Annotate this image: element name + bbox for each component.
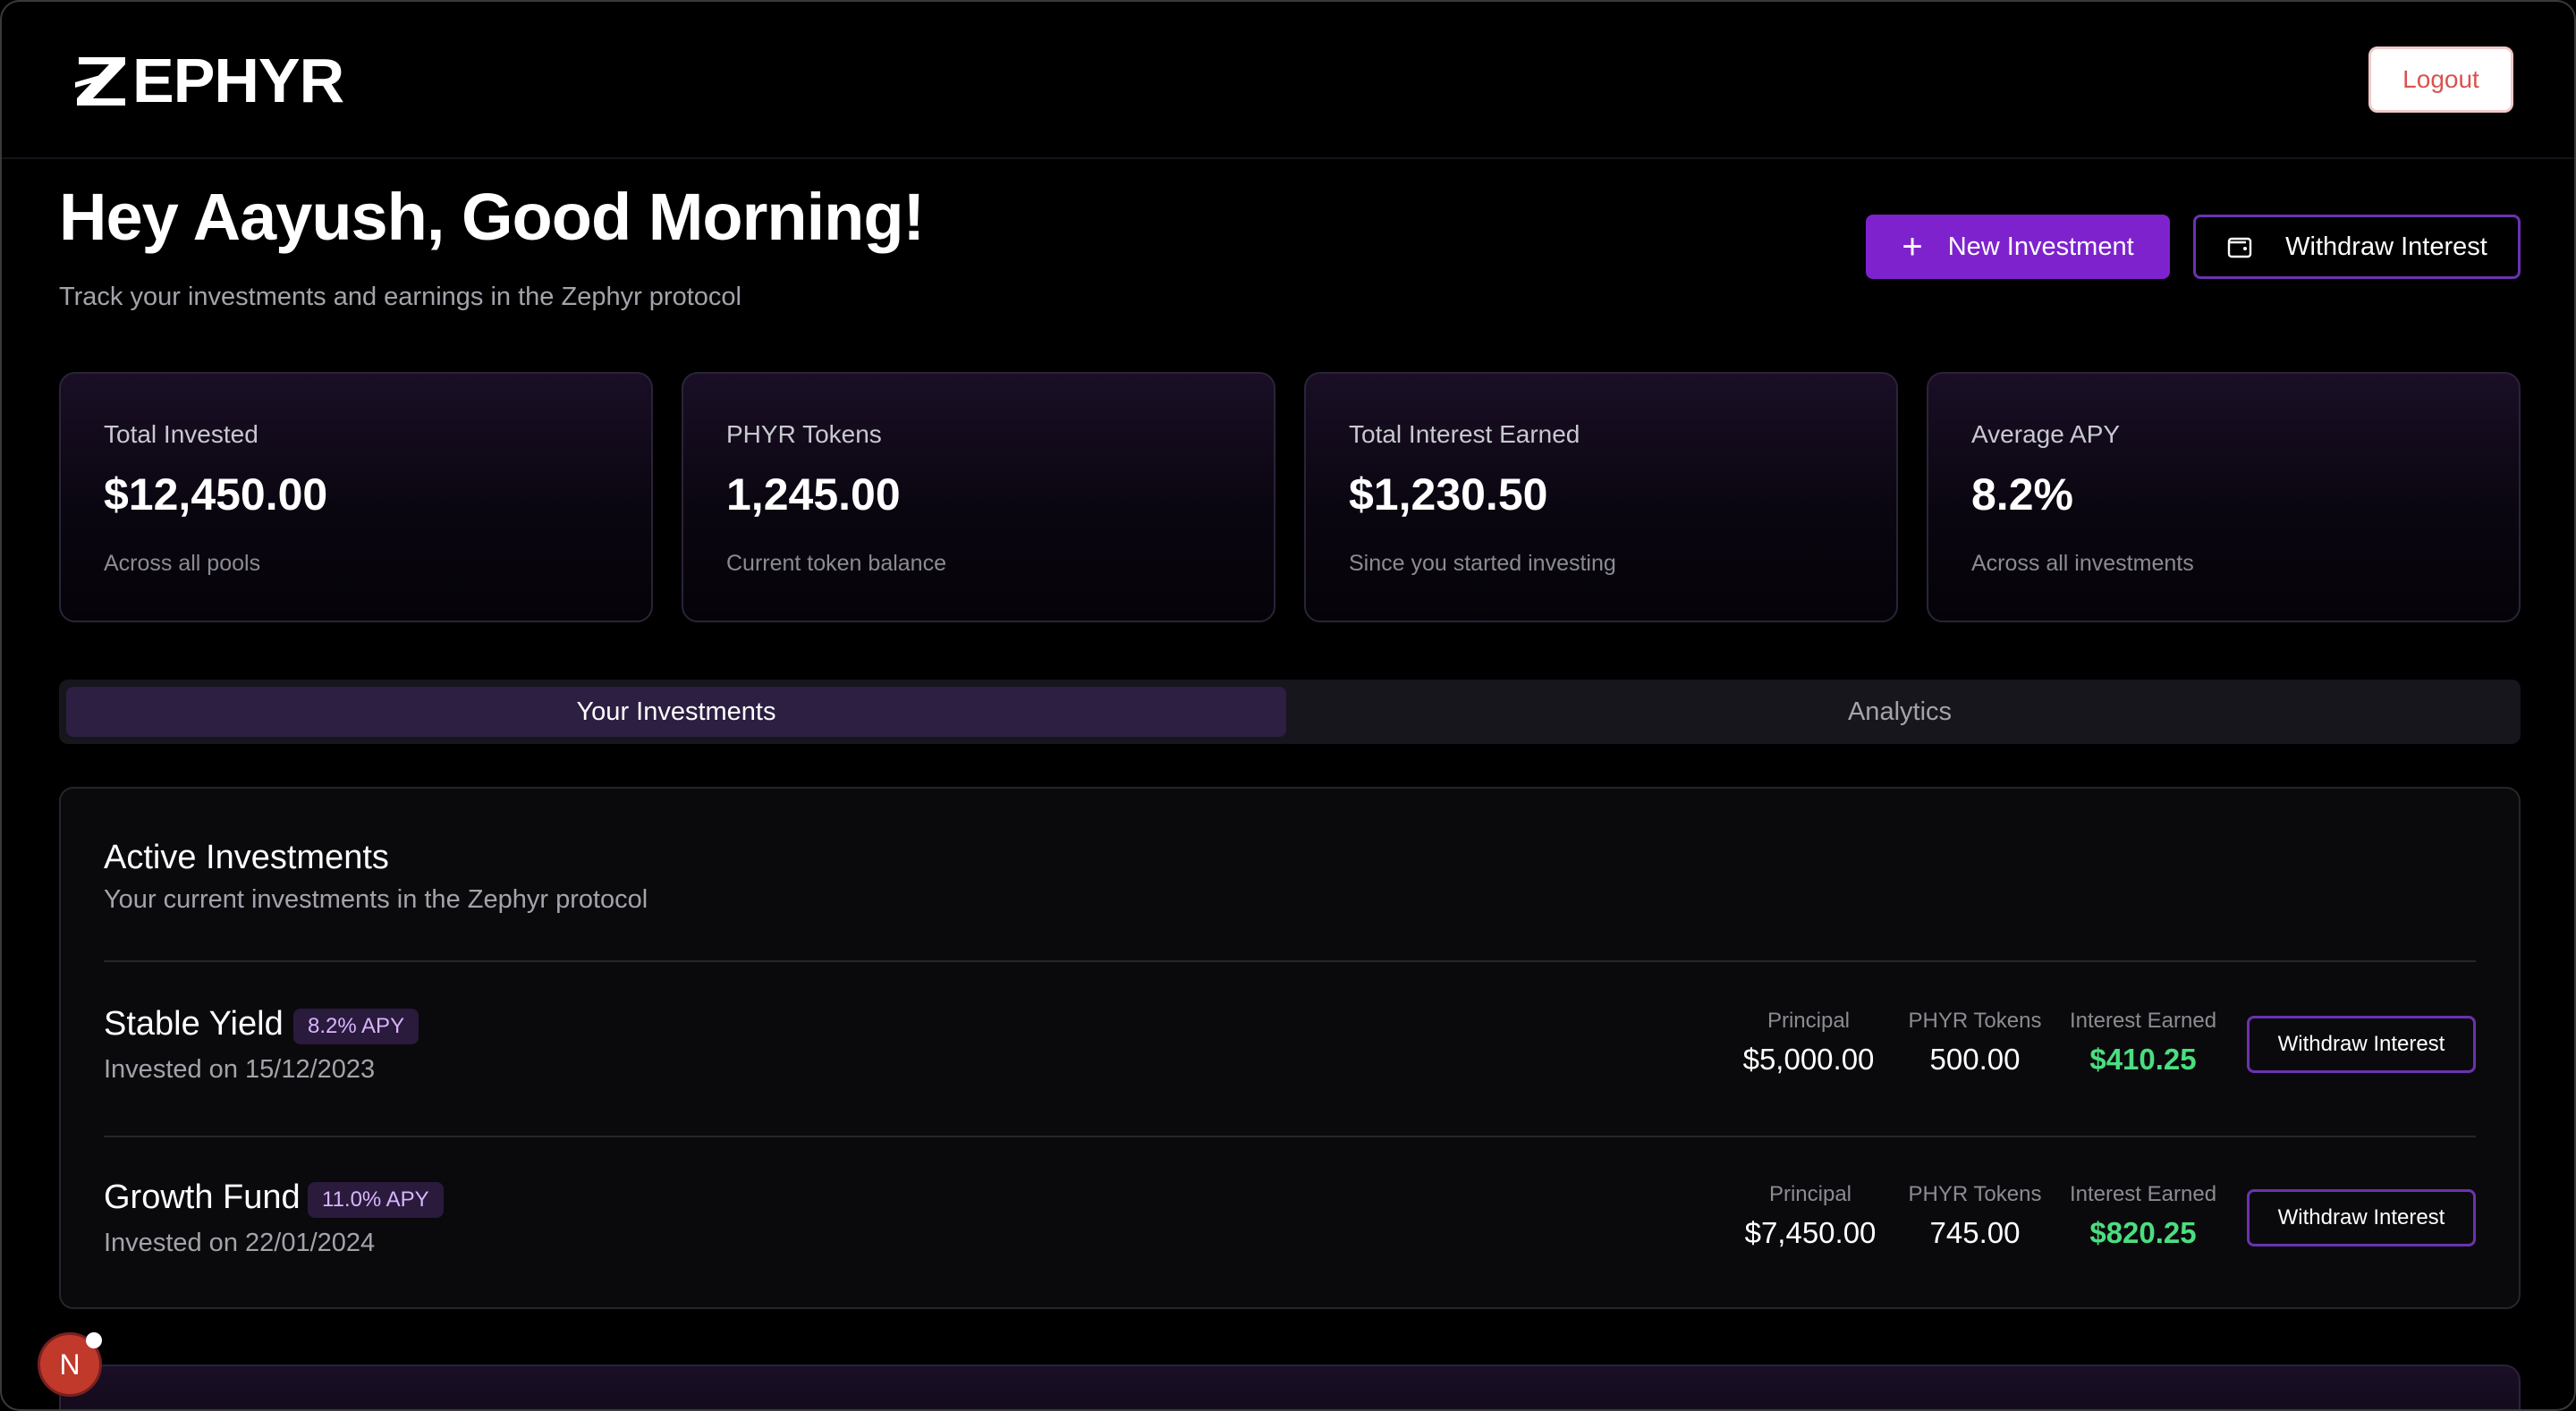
wallet-icon bbox=[2227, 237, 2252, 258]
app-window: EPHYR Logout Hey Aayush, Good Morning! T… bbox=[0, 0, 2576, 1411]
stat-value: $1,230.50 bbox=[1349, 469, 1548, 520]
withdraw-interest-row-button[interactable]: Withdraw Interest bbox=[2247, 1016, 2476, 1073]
stat-card-total-invested: Total Invested $12,450.00 Across all poo… bbox=[59, 372, 653, 622]
principal-label: Principal bbox=[1767, 1009, 1851, 1033]
interest-label: Interest Earned bbox=[2069, 1182, 2217, 1206]
tab-your-investments[interactable]: Your Investments bbox=[66, 687, 1286, 737]
stat-label: Total Interest Earned bbox=[1349, 420, 1580, 448]
plus-icon: + bbox=[1902, 227, 1923, 266]
active-investments-panel: Active Investments Your current investme… bbox=[59, 787, 2521, 1309]
tokens-value: 745.00 bbox=[1929, 1216, 2021, 1249]
interest-value: $410.25 bbox=[2089, 1043, 2197, 1076]
principal-column: Principal $7,450.00 bbox=[1737, 1182, 1884, 1250]
panel-title: Active Investments bbox=[104, 839, 389, 876]
interest-column: Interest Earned $820.25 bbox=[2063, 1182, 2224, 1250]
interest-value: $820.25 bbox=[2089, 1216, 2197, 1249]
status-dot bbox=[86, 1332, 102, 1348]
investment-date: Invested on 15/12/2023 bbox=[104, 1055, 376, 1084]
interest-column: Interest Earned $410.25 bbox=[2063, 1009, 2224, 1077]
stat-label: Total Invested bbox=[104, 420, 258, 448]
logo[interactable]: EPHYR bbox=[73, 46, 344, 115]
stat-note: Across all pools bbox=[104, 551, 261, 576]
top-bar: EPHYR Logout bbox=[2, 2, 2574, 159]
stat-value: 1,245.00 bbox=[726, 469, 901, 520]
investment-row: Stable Yield 8.2% APY Invested on 15/12/… bbox=[104, 962, 2476, 1136]
interest-label: Interest Earned bbox=[2069, 1009, 2217, 1033]
stat-note: Current token balance bbox=[726, 551, 946, 576]
principal-value: $5,000.00 bbox=[1742, 1043, 1875, 1076]
investment-date: Invested on 22/01/2024 bbox=[104, 1229, 376, 1257]
stat-card-average-apy: Average APY 8.2% Across all investments bbox=[1927, 372, 2521, 622]
tokens-label: PHYR Tokens bbox=[1908, 1009, 2042, 1033]
investment-name: Stable Yield bbox=[104, 1005, 284, 1043]
tokens-value: 500.00 bbox=[1929, 1043, 2021, 1076]
tokens-column: PHYR Tokens 500.00 bbox=[1903, 1009, 2046, 1077]
stat-note: Across all investments bbox=[1971, 551, 2194, 576]
page-subtitle: Track your investments and earnings in t… bbox=[59, 283, 741, 311]
tab-analytics[interactable]: Analytics bbox=[1290, 687, 2510, 737]
withdraw-interest-row-button[interactable]: Withdraw Interest bbox=[2247, 1189, 2476, 1246]
investment-name: Growth Fund bbox=[104, 1179, 301, 1216]
tokens-label: PHYR Tokens bbox=[1908, 1182, 2042, 1206]
withdraw-interest-label: Withdraw Interest bbox=[2285, 232, 2487, 261]
principal-value: $7,450.00 bbox=[1744, 1216, 1877, 1249]
zephyr-logo-icon bbox=[75, 57, 125, 106]
stat-card-total-interest: Total Interest Earned $1,230.50 Since yo… bbox=[1304, 372, 1898, 622]
panel-subtitle: Your current investments in the Zephyr p… bbox=[104, 885, 648, 914]
principal-column: Principal $5,000.00 bbox=[1735, 1009, 1882, 1077]
new-investment-label: New Investment bbox=[1947, 232, 2134, 261]
withdraw-interest-button[interactable]: Withdraw Interest bbox=[2193, 215, 2521, 279]
tokens-column: PHYR Tokens 745.00 bbox=[1903, 1182, 2046, 1250]
page-title: Hey Aayush, Good Morning! bbox=[59, 180, 925, 254]
bottom-card bbox=[59, 1365, 2521, 1409]
logout-button[interactable]: Logout bbox=[2368, 46, 2513, 113]
investment-row: Growth Fund 11.0% APY Invested on 22/01/… bbox=[104, 1136, 2476, 1309]
stat-label: Average APY bbox=[1971, 420, 2121, 448]
principal-label: Principal bbox=[1768, 1182, 1852, 1206]
stat-card-phyr-tokens: PHYR Tokens 1,245.00 Current token balan… bbox=[682, 372, 1275, 622]
new-investment-button[interactable]: + New Investment bbox=[1866, 215, 2170, 279]
apy-badge: 11.0% APY bbox=[308, 1182, 444, 1218]
stat-value: 8.2% bbox=[1971, 469, 2073, 520]
tab-bar: Your Investments Analytics bbox=[59, 680, 2521, 744]
apy-badge: 8.2% APY bbox=[293, 1009, 419, 1044]
stat-label: PHYR Tokens bbox=[726, 420, 882, 448]
stat-value: $12,450.00 bbox=[104, 469, 328, 520]
stat-note: Since you started investing bbox=[1349, 551, 1616, 576]
logo-text: EPHYR bbox=[132, 46, 344, 115]
